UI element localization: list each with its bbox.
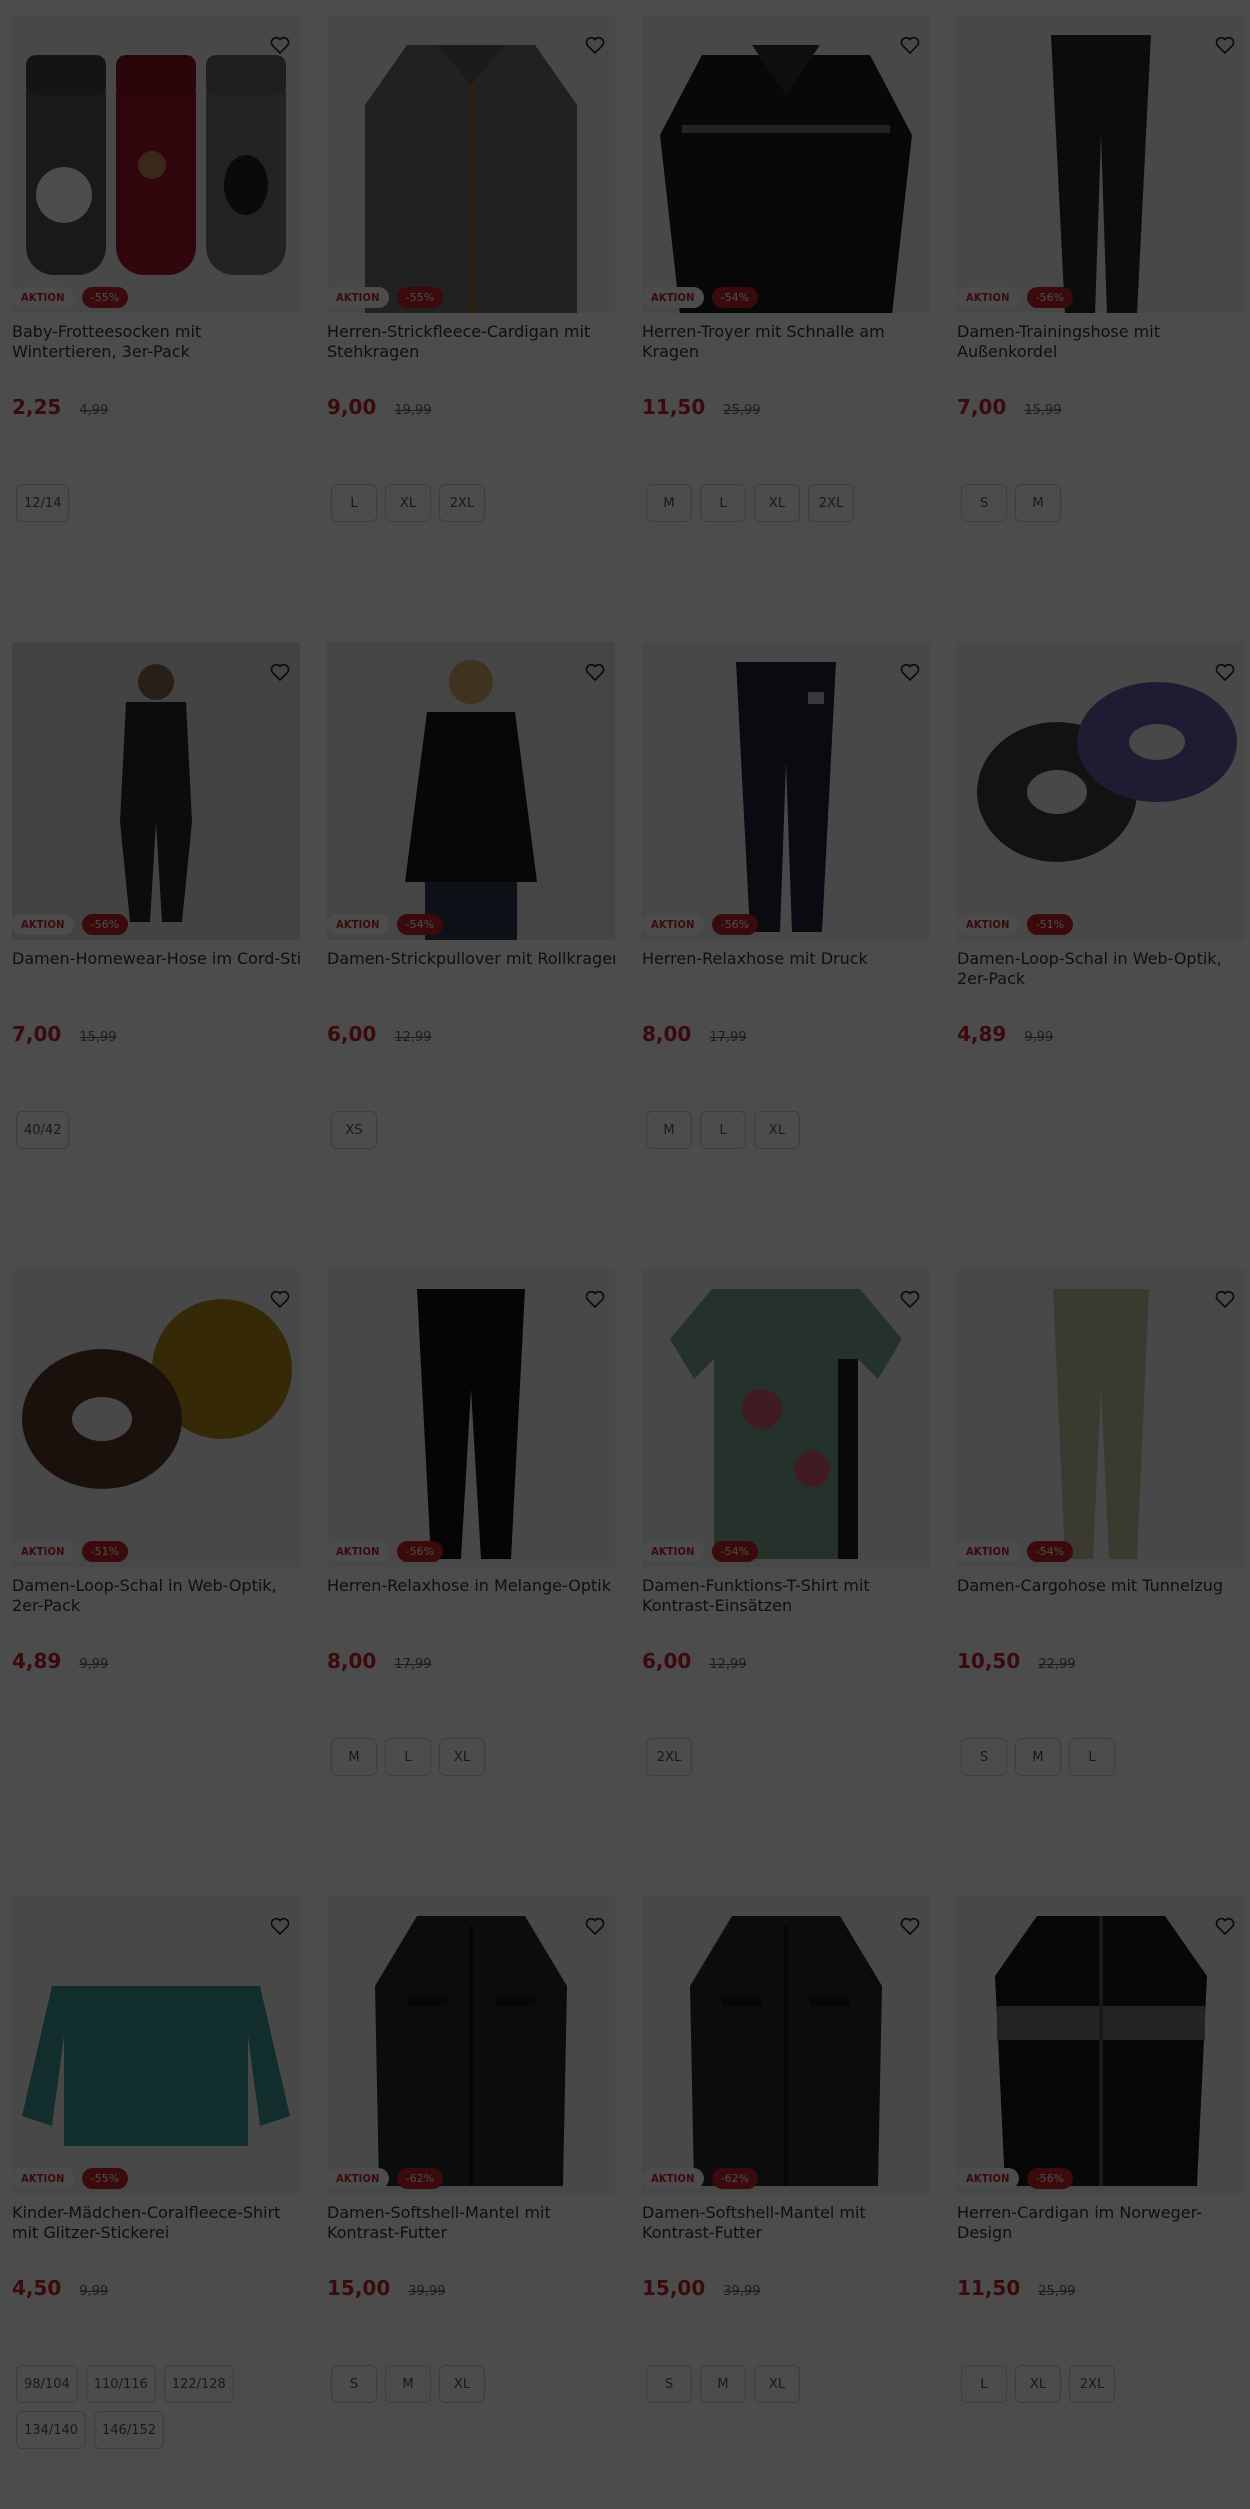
modal-backdrop-overlay[interactable] (0, 0, 1250, 2509)
